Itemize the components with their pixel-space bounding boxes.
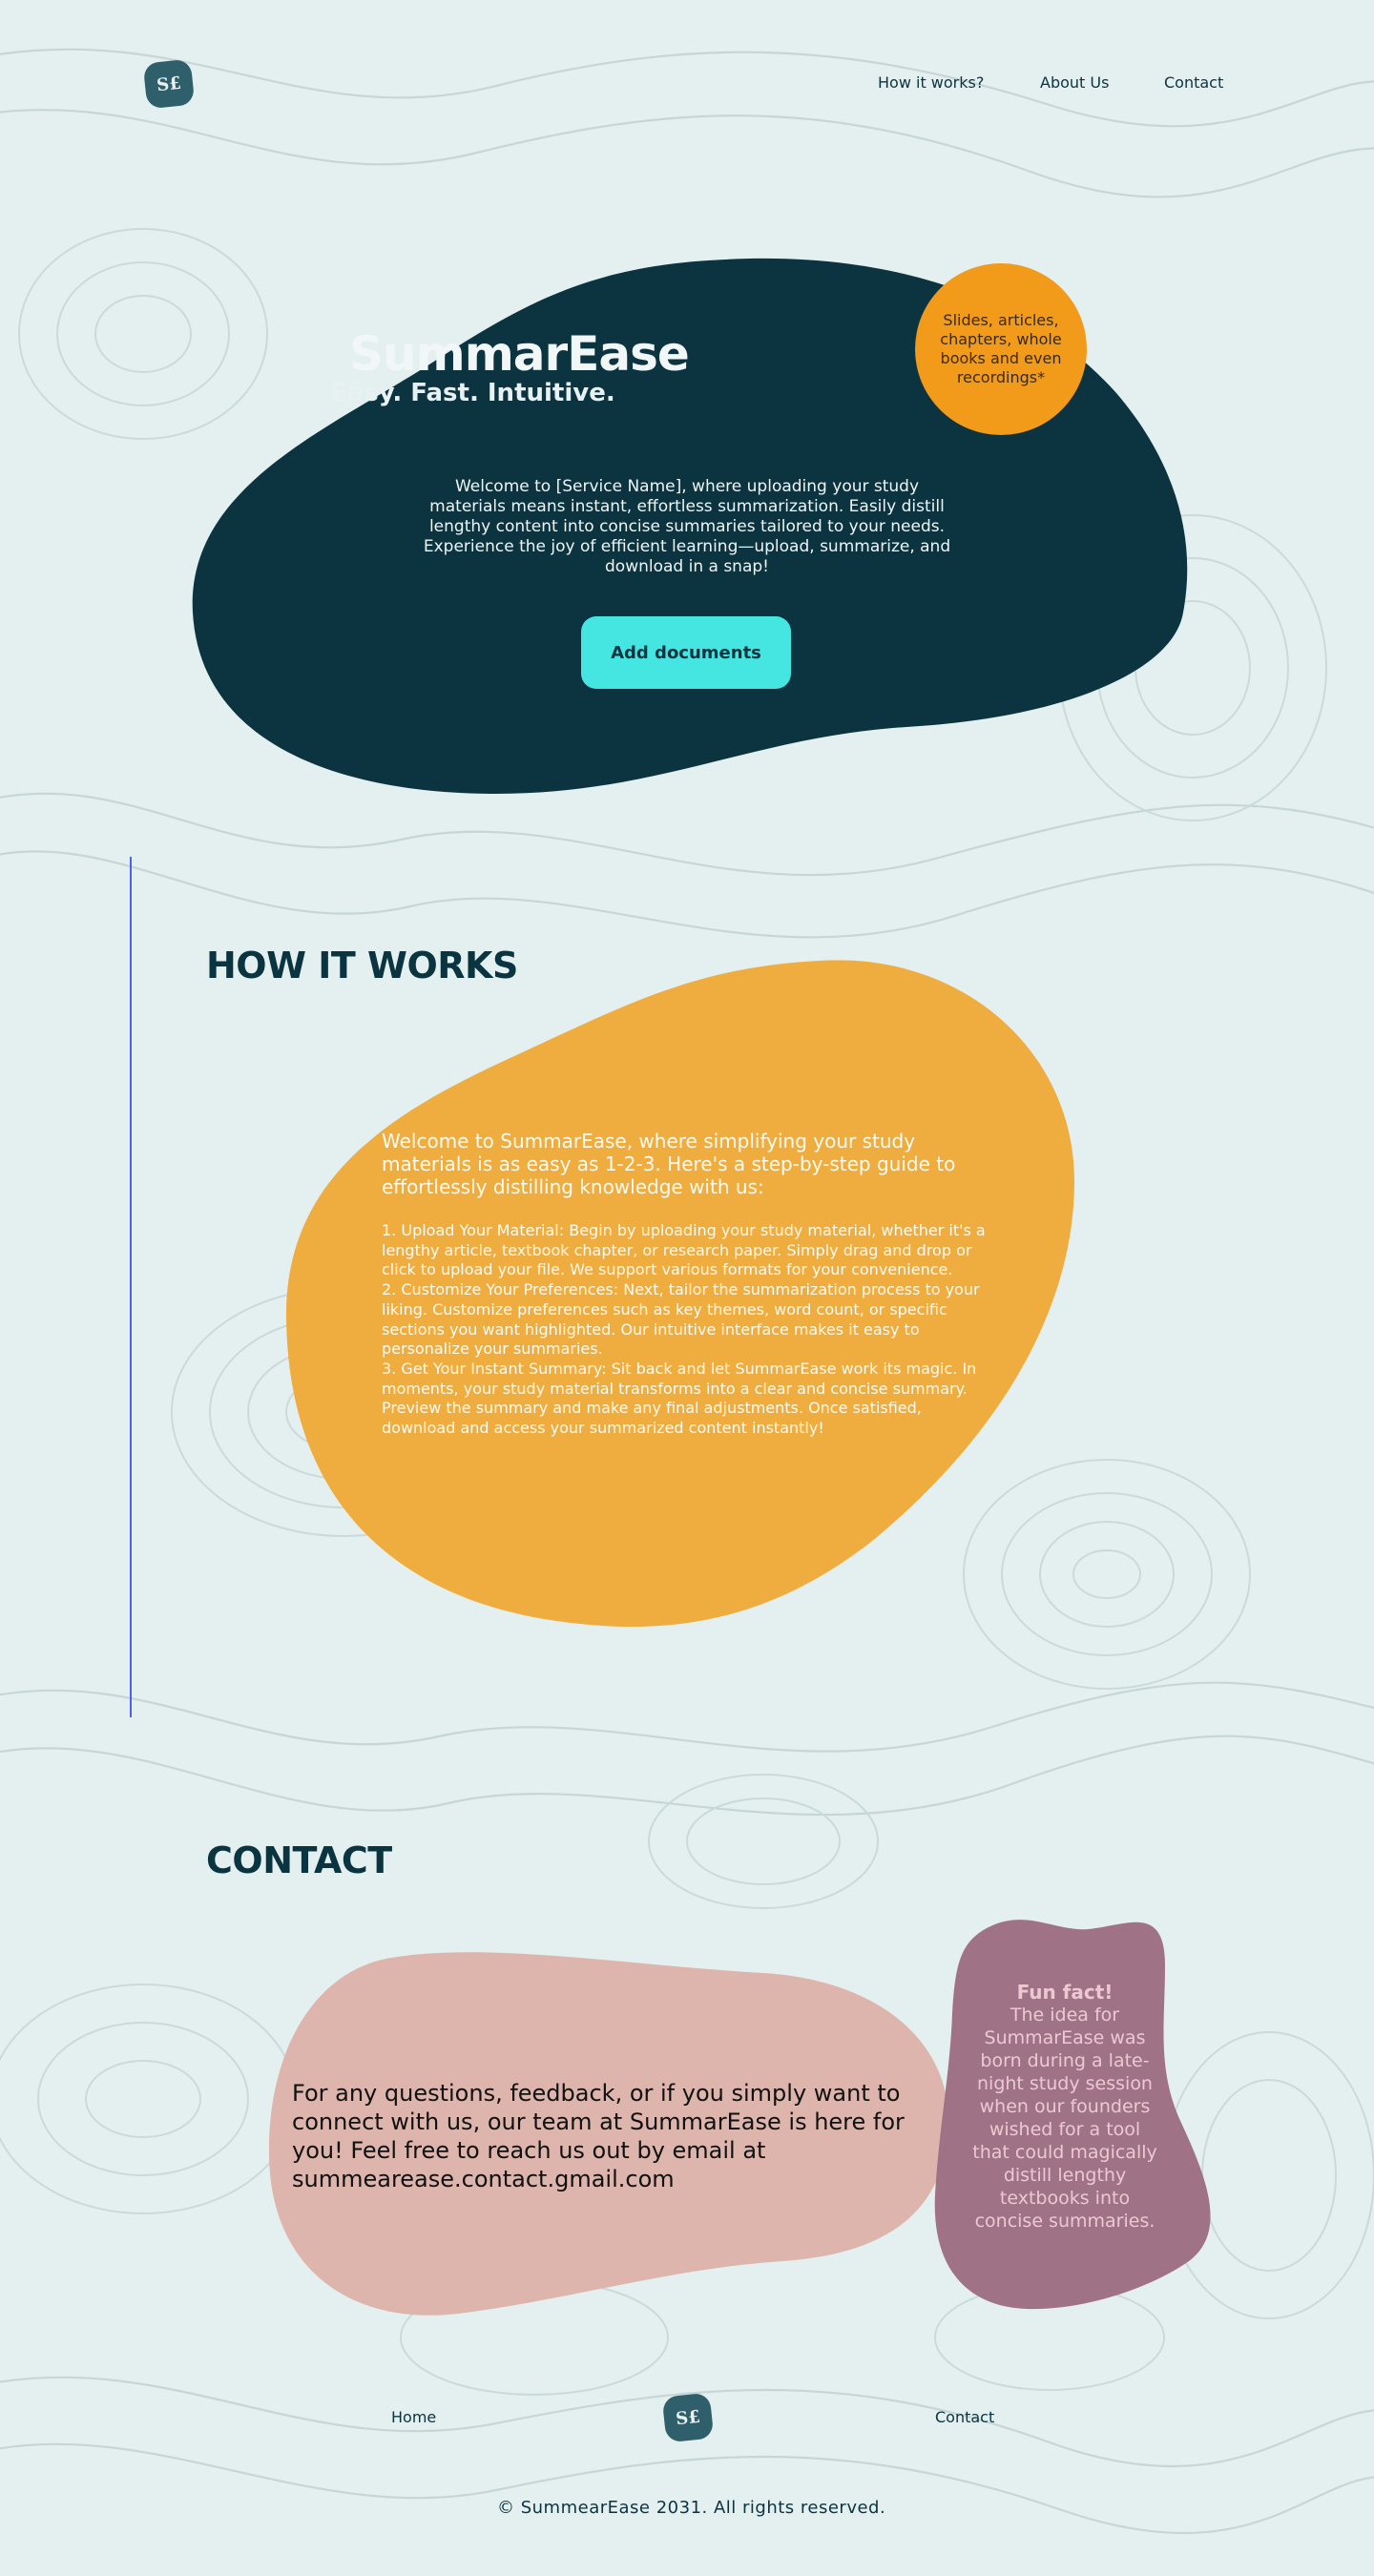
nav-about-us[interactable]: About Us — [1040, 73, 1109, 92]
copyright: © SummearEase 2031. All rights reserved. — [497, 2498, 886, 2518]
contact-message: For any questions, feedback, or if you s… — [292, 2080, 905, 2192]
hero-description: Welcome to [Service Name], where uploadi… — [423, 477, 951, 576]
footer-contact-link[interactable]: Contact — [935, 2408, 994, 2426]
footer-logo-text: S£ — [675, 2406, 701, 2429]
how-it-works-title: HOW IT WORKS — [206, 945, 518, 987]
step-customize: 2. Customize Your Preferences: Next, tai… — [382, 1280, 980, 1359]
contact-title: CONTACT — [206, 1839, 392, 1881]
nav-how-it-works[interactable]: How it works? — [878, 73, 984, 92]
how-it-works-steps: 1. Upload Your Material: Begin by upload… — [382, 1221, 992, 1439]
tagline: Easy. Fast. Intuitive. — [330, 379, 615, 407]
step-upload: 1. Upload Your Material: Begin by upload… — [382, 1221, 986, 1279]
content-types-badge: Slides, articles, chapters, whole books … — [915, 263, 1087, 435]
fun-fact-title: Fun fact! — [1016, 1981, 1114, 2004]
logo-text: S£ — [156, 73, 182, 95]
logo[interactable]: S£ — [142, 58, 196, 110]
fun-fact-text: The idea for SummarEase was born during … — [972, 2005, 1157, 2232]
footer-home-link[interactable]: Home — [391, 2408, 436, 2426]
fun-fact: Fun fact! The idea for SummarEase was bo… — [971, 1981, 1158, 2233]
add-documents-button[interactable]: Add documents — [581, 616, 791, 689]
badge-text: Slides, articles, chapters, whole books … — [940, 311, 1062, 386]
nav-contact[interactable]: Contact — [1164, 73, 1223, 92]
how-it-works-intro: Welcome to SummarEase, where simplifying… — [382, 1130, 956, 1198]
footer-logo[interactable]: S£ — [661, 2392, 715, 2443]
step-summary: 3. Get Your Instant Summary: Sit back an… — [382, 1359, 977, 1438]
section-divider-line — [130, 857, 132, 1717]
brand-title: SummarEase — [349, 326, 690, 382]
